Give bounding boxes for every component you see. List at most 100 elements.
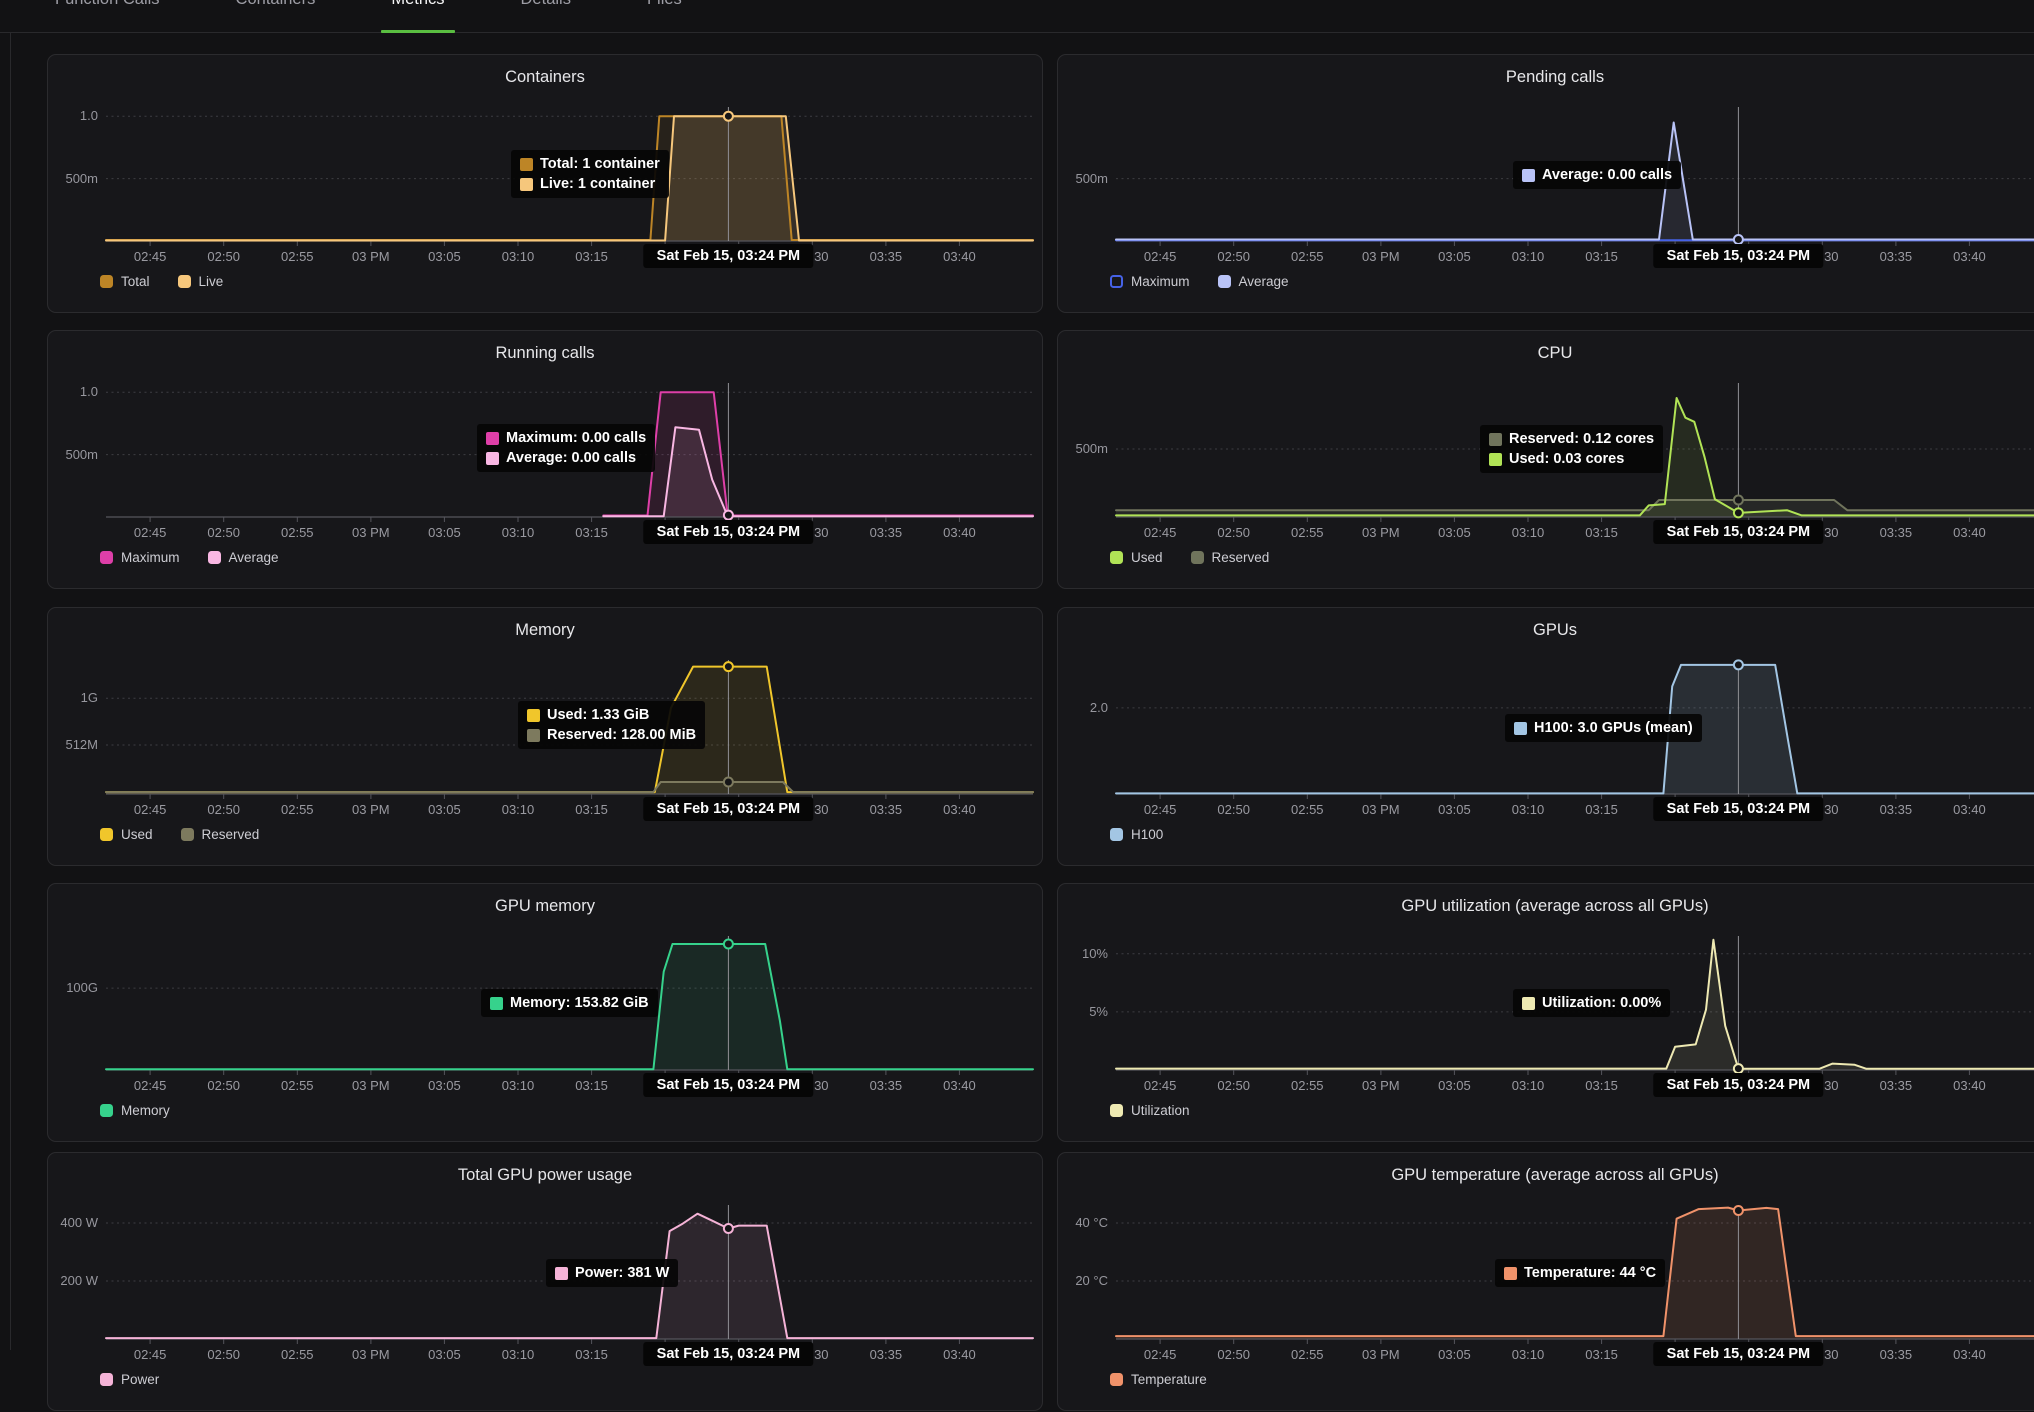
legend-label: Maximum bbox=[1131, 274, 1190, 289]
chart-card-gpus: GPUs H100: 3.0 GPUs (mean) Sat Feb 15, 0… bbox=[1057, 607, 2034, 866]
x-axis-tick-label: 03:35 bbox=[854, 525, 918, 540]
x-axis-tick-label: 02:45 bbox=[1128, 249, 1192, 264]
tab-containers[interactable]: Containers bbox=[226, 0, 326, 33]
chart-legend: Utilization bbox=[1110, 1103, 1190, 1118]
x-axis-tick-label: 02:50 bbox=[1202, 249, 1266, 264]
series-color-swatch-icon bbox=[527, 729, 540, 742]
series-color-swatch-icon bbox=[520, 158, 533, 171]
x-axis-tick-label: 03 PM bbox=[1349, 802, 1413, 817]
x-axis-tick-label: 02:50 bbox=[192, 1078, 256, 1093]
tooltip-row: Average: 0.00 calls bbox=[486, 450, 646, 466]
tooltip-row: Temperature: 44 °C bbox=[1504, 1265, 1656, 1281]
x-axis-tick-label: 03:35 bbox=[854, 1347, 918, 1362]
x-axis-tick-label: 03:40 bbox=[927, 525, 991, 540]
chart-hover-tooltip: Utilization: 0.00% bbox=[1513, 989, 1670, 1017]
tooltip-text: Reserved: 0.12 cores bbox=[1509, 431, 1654, 447]
x-axis-tick-label: 03:15 bbox=[560, 249, 624, 264]
legend-item-memory[interactable]: Memory bbox=[100, 1103, 170, 1118]
legend-item-maximum[interactable]: Maximum bbox=[100, 550, 180, 565]
tooltip-text: Live: 1 container bbox=[540, 176, 655, 192]
x-axis-tick-label: 03:10 bbox=[1496, 802, 1560, 817]
chart-hover-tooltip: Total: 1 containerLive: 1 container bbox=[511, 150, 669, 198]
x-axis-tick-label: 02:55 bbox=[265, 1078, 329, 1093]
legend-label: Maximum bbox=[121, 550, 180, 565]
x-axis-tick-label: 03:35 bbox=[1864, 1347, 1928, 1362]
x-axis-tick-label: 03:15 bbox=[1570, 249, 1634, 264]
legend-item-reserved[interactable]: Reserved bbox=[1191, 550, 1270, 565]
legend-item-used[interactable]: Used bbox=[1110, 550, 1163, 565]
legend-item-power[interactable]: Power bbox=[100, 1372, 159, 1387]
x-axis-tick-label: 03:15 bbox=[560, 525, 624, 540]
x-axis-tick-label: 03 PM bbox=[339, 1347, 403, 1362]
x-axis-tick-label: 03:40 bbox=[927, 1347, 991, 1362]
x-axis-tick-label: 02:45 bbox=[118, 802, 182, 817]
legend-swatch-icon bbox=[1191, 551, 1204, 564]
legend-item-utilization[interactable]: Utilization bbox=[1110, 1103, 1190, 1118]
chart-legend: Power bbox=[100, 1372, 159, 1387]
legend-item-average[interactable]: Average bbox=[208, 550, 279, 565]
x-axis-tick-label: 03:05 bbox=[412, 802, 476, 817]
tab-label: Files bbox=[647, 0, 682, 9]
y-axis-tick-label: 40 °C bbox=[1058, 1215, 1108, 1230]
tooltip-row: Used: 0.03 cores bbox=[1489, 451, 1654, 467]
tooltip-row: Average: 0.00 calls bbox=[1522, 167, 1672, 183]
x-axis-tick-label: 03:05 bbox=[1422, 1347, 1486, 1362]
x-axis-tick-label: 03 PM bbox=[1349, 525, 1413, 540]
x-axis-tick-label: 03:05 bbox=[412, 1078, 476, 1093]
chart-card-gpu-temperature-average-across-all-gpus-: GPU temperature (average across all GPUs… bbox=[1057, 1152, 2034, 1411]
series-color-swatch-icon bbox=[1504, 1267, 1517, 1280]
legend-swatch-icon bbox=[100, 551, 113, 564]
chart-card-gpu-memory: GPU memory Memory: 153.82 GiB Sat Feb 15… bbox=[47, 883, 1043, 1142]
tab-details[interactable]: Details bbox=[511, 0, 581, 33]
x-axis-tick-label: 03:35 bbox=[1864, 1078, 1928, 1093]
x-axis-tick-label: 02:50 bbox=[192, 802, 256, 817]
x-axis-tick-label: 03 PM bbox=[1349, 249, 1413, 264]
y-axis-tick-label: 200 W bbox=[48, 1273, 98, 1288]
tooltip-row: Live: 1 container bbox=[520, 176, 660, 192]
x-axis-tick-label: 03 PM bbox=[339, 802, 403, 817]
cursor-date-tooltip: Sat Feb 15, 03:24 PM bbox=[644, 1342, 813, 1366]
chart-legend: Maximum Average bbox=[100, 550, 279, 565]
legend-item-h100[interactable]: H100 bbox=[1110, 827, 1163, 842]
x-axis-tick-label: 02:50 bbox=[1202, 525, 1266, 540]
x-axis-tick-label: 02:50 bbox=[192, 249, 256, 264]
cursor-date-tooltip: Sat Feb 15, 03:24 PM bbox=[1654, 797, 1823, 821]
legend-swatch-icon bbox=[1110, 275, 1123, 288]
tab-bar: Function Calls Containers Metrics Details Fi… bbox=[45, 0, 692, 33]
legend-swatch-icon bbox=[1110, 828, 1123, 841]
x-axis-tick-label: 02:45 bbox=[118, 249, 182, 264]
legend-item-reserved[interactable]: Reserved bbox=[181, 827, 260, 842]
tooltip-text: Average: 0.00 calls bbox=[1542, 167, 1672, 183]
x-axis-tick-label: 02:50 bbox=[1202, 802, 1266, 817]
legend-label: Temperature bbox=[1131, 1372, 1207, 1387]
x-axis-tick-label: 03:35 bbox=[854, 802, 918, 817]
x-axis-tick-label: 02:45 bbox=[1128, 525, 1192, 540]
legend-label: Memory bbox=[121, 1103, 170, 1118]
legend-item-average[interactable]: Average bbox=[1218, 274, 1289, 289]
y-axis-tick-label: 20 °C bbox=[1058, 1273, 1108, 1288]
x-axis-tick-label: 03:15 bbox=[1570, 525, 1634, 540]
tab-function-calls[interactable]: Function Calls bbox=[45, 0, 170, 33]
legend-item-total[interactable]: Total bbox=[100, 274, 150, 289]
y-axis-tick-label: 1G bbox=[48, 690, 98, 705]
tab-files[interactable]: Files bbox=[637, 0, 692, 33]
legend-item-temperature[interactable]: Temperature bbox=[1110, 1372, 1207, 1387]
legend-swatch-icon bbox=[100, 828, 113, 841]
series-color-swatch-icon bbox=[486, 432, 499, 445]
tab-metrics[interactable]: Metrics bbox=[381, 0, 454, 33]
legend-swatch-icon bbox=[1110, 551, 1123, 564]
tooltip-text: H100: 3.0 GPUs (mean) bbox=[1534, 720, 1693, 736]
x-axis-tick-label: 02:50 bbox=[1202, 1078, 1266, 1093]
x-axis-tick-label: 03:10 bbox=[1496, 525, 1560, 540]
legend-item-maximum[interactable]: Maximum bbox=[1110, 274, 1190, 289]
y-axis-tick-label: 10% bbox=[1058, 946, 1108, 961]
legend-item-live[interactable]: Live bbox=[178, 274, 224, 289]
y-axis-tick-label: 1.0 bbox=[48, 384, 98, 399]
legend-item-used[interactable]: Used bbox=[100, 827, 153, 842]
legend-swatch-icon bbox=[1110, 1104, 1123, 1117]
chart-legend: Used Reserved bbox=[100, 827, 259, 842]
y-axis-tick-label: 400 W bbox=[48, 1215, 98, 1230]
x-axis-tick-label: 03:35 bbox=[854, 249, 918, 264]
x-axis-tick-label: 02:55 bbox=[1275, 802, 1339, 817]
chart-card-running-calls: Running calls Maximum: 0.00 callsAverage… bbox=[47, 330, 1043, 589]
